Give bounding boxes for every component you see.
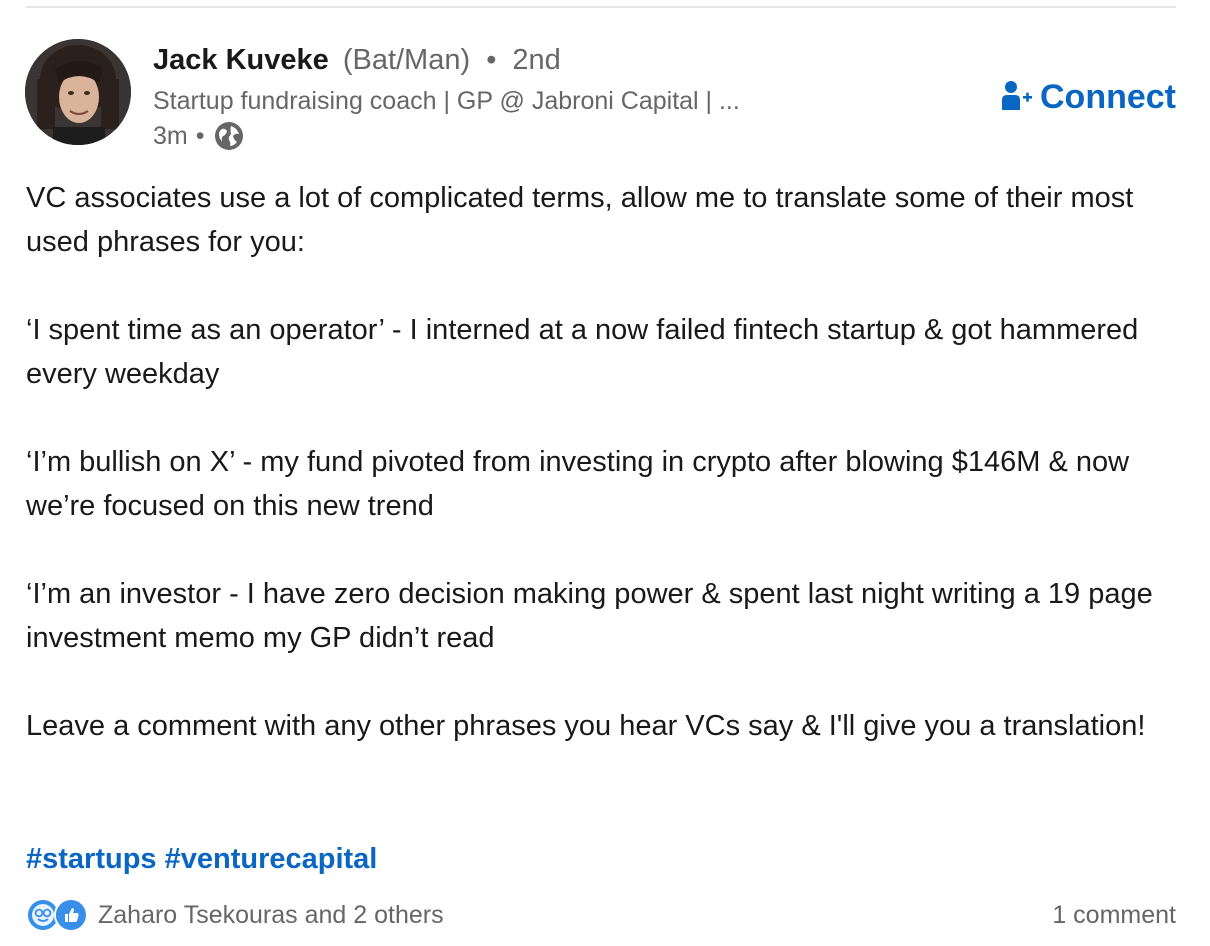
- top-divider: [26, 6, 1176, 8]
- avatar-photo: [25, 39, 131, 145]
- post-paragraph: ‘I spent time as an operator’ - I intern…: [26, 314, 1139, 390]
- author-pronouns: (Bat/Man): [342, 44, 471, 76]
- reaction-icons: [26, 898, 88, 932]
- like-icon: [54, 898, 88, 932]
- post-paragraph: Leave a comment with any other phrases y…: [26, 710, 1146, 742]
- post-body: VC associates use a lot of complicated t…: [26, 176, 1176, 792]
- author-avatar[interactable]: [25, 39, 131, 145]
- post-paragraph: ‘I’m an investor - I have zero decision …: [26, 578, 1153, 654]
- author-name-line: Jack Kuveke (Bat/Man) • 2nd: [153, 40, 561, 80]
- hashtag-venturecapital[interactable]: #venturecapital: [165, 843, 378, 875]
- separator-dot: •: [486, 44, 497, 76]
- person-add-icon: [1002, 81, 1032, 110]
- post-meta: 3m •: [153, 120, 245, 152]
- post-paragraph: VC associates use a lot of complicated t…: [26, 182, 1134, 258]
- reactions-text: Zaharo Tsekouras and 2 others: [98, 900, 444, 929]
- comments-count[interactable]: 1 comment: [1052, 898, 1176, 932]
- post-time: 3m: [153, 122, 188, 150]
- globe-icon: [213, 120, 245, 152]
- post-paragraph: ‘I’m bullish on X’ - my fund pivoted fro…: [26, 446, 1130, 522]
- hashtag-startups[interactable]: #startups: [26, 843, 157, 875]
- author-name[interactable]: Jack Kuveke: [153, 44, 329, 76]
- author-headline[interactable]: Startup fundraising coach | GP @ Jabroni…: [153, 85, 740, 117]
- hashtags: #startups #venturecapital: [26, 838, 377, 880]
- reactions-summary[interactable]: Zaharo Tsekouras and 2 others: [26, 898, 444, 932]
- separator-dot: •: [195, 122, 205, 150]
- connection-degree: 2nd: [512, 44, 561, 76]
- connect-label: Connect: [1040, 77, 1176, 116]
- connect-button[interactable]: Connect: [1002, 76, 1176, 118]
